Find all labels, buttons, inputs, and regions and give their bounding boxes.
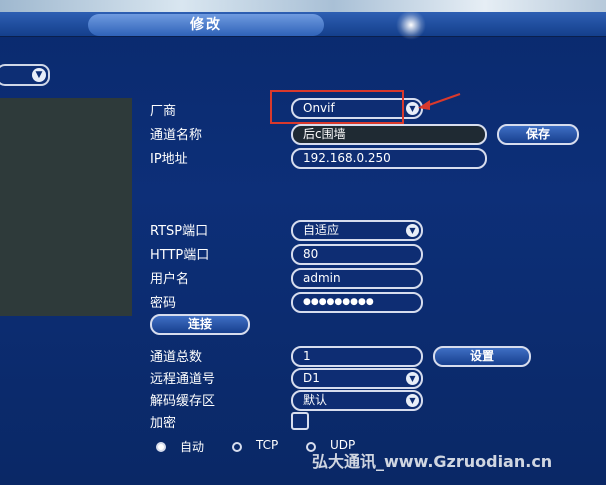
channel-selector-dropdown[interactable]: ▼	[0, 64, 50, 86]
chevron-down-icon[interactable]: ▼	[406, 372, 419, 385]
rtsp-port-select[interactable]: 自适应 ▼	[291, 220, 423, 241]
encrypt-label: 加密	[150, 416, 177, 431]
dvr-edit-dialog: 修改 ▼ 厂商 Onvif ▼ 通道名称 后c围墙 保存 IP地址 192.16…	[0, 0, 606, 485]
channel-total-label: 通道总数	[150, 350, 203, 365]
setup-button[interactable]: 设置	[433, 346, 531, 367]
remote-channel-select[interactable]: D1 ▼	[291, 368, 423, 389]
ip-address-input[interactable]: 192.168.0.250	[291, 148, 487, 169]
username-input[interactable]: admin	[291, 268, 423, 289]
decode-buffer-value: 默认	[303, 393, 328, 407]
username-label: 用户名	[150, 272, 190, 287]
ip-label: IP地址	[150, 152, 188, 167]
password-label: 密码	[150, 296, 177, 311]
dialog-title: 修改	[88, 14, 324, 36]
channel-total-input[interactable]: 1	[291, 346, 423, 367]
radio-tcp[interactable]	[232, 442, 242, 452]
glare	[396, 10, 426, 40]
channel-name-input[interactable]: 后c围墙	[291, 124, 487, 145]
video-preview	[0, 98, 132, 316]
http-port-label: HTTP端口	[150, 248, 210, 263]
password-input[interactable]: ●●●●●●●●●	[291, 292, 423, 313]
background-strip	[0, 0, 606, 12]
save-button[interactable]: 保存	[497, 124, 579, 145]
chevron-down-icon[interactable]: ▼	[406, 394, 419, 407]
connect-button[interactable]: 连接	[150, 314, 250, 335]
remote-channel-value: D1	[303, 371, 320, 385]
encrypt-checkbox[interactable]	[291, 412, 309, 430]
channel-name-label: 通道名称	[150, 128, 203, 143]
radio-tcp-label: TCP	[256, 438, 279, 452]
watermark-text: 弘大通讯_www.Gzruodian.cn	[312, 452, 553, 471]
chevron-down-icon[interactable]: ▼	[32, 68, 46, 82]
rtsp-port-label: RTSP端口	[150, 224, 209, 239]
remote-channel-label: 远程通道号	[150, 372, 216, 387]
vendor-label: 厂商	[150, 104, 177, 119]
decode-buffer-label: 解码缓存区	[150, 394, 216, 409]
arrow-icon	[418, 93, 461, 110]
chevron-down-icon[interactable]: ▼	[406, 224, 419, 237]
decode-buffer-select[interactable]: 默认 ▼	[291, 390, 423, 411]
rtsp-port-value: 自适应	[303, 223, 340, 237]
radio-auto-label: 自动	[180, 440, 205, 454]
http-port-input[interactable]: 80	[291, 244, 423, 265]
radio-auto[interactable]	[156, 442, 166, 452]
highlight-box	[270, 90, 404, 124]
